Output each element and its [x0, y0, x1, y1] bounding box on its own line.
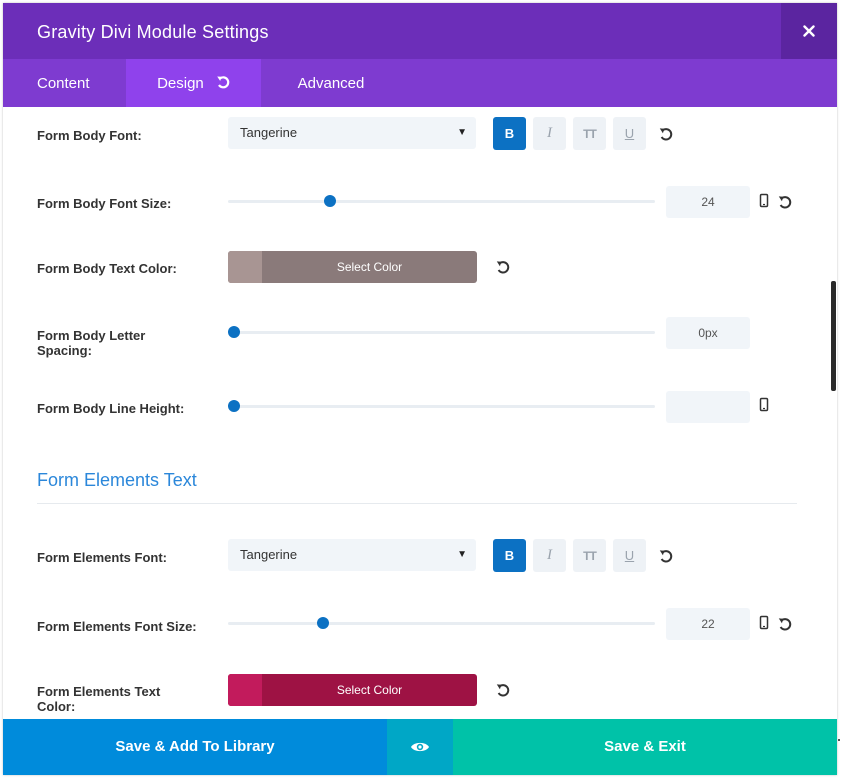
italic-button[interactable]: I [533, 539, 566, 572]
uppercase-button[interactable]: TT [573, 539, 606, 572]
mobile-icon[interactable] [756, 193, 772, 209]
section-divider [37, 503, 797, 504]
form-elements-font-value: Tangerine [240, 547, 298, 562]
slider-handle[interactable] [228, 400, 240, 412]
slider-track [228, 200, 655, 203]
uppercase-button-label: TT [583, 548, 597, 563]
italic-button-label: I [547, 125, 552, 141]
settings-panel[interactable]: Form Body Font: Tangerine ▼ B I TT U For… [3, 107, 837, 719]
slider-handle[interactable] [228, 326, 240, 338]
scrollbar-thumb[interactable] [831, 281, 836, 391]
bold-button-label: B [504, 126, 515, 141]
form-body-letter-spacing-input[interactable]: 0px [666, 317, 750, 349]
form-body-font-size-label: Form Body Font Size: [37, 196, 172, 211]
underline-button[interactable]: U [613, 117, 646, 150]
modal-footer: Save & Add To Library Save & Exit [3, 719, 837, 775]
modal-header: Gravity Divi Module Settings [3, 3, 837, 59]
close-icon [803, 25, 815, 37]
mobile-icon[interactable] [756, 615, 772, 631]
form-body-font-value: Tangerine [240, 125, 298, 140]
form-body-font-label: Form Body Font: [37, 128, 142, 143]
undo-icon[interactable] [216, 75, 230, 89]
underline-button-label: U [624, 548, 635, 563]
uppercase-button-label: TT [583, 126, 597, 141]
form-body-line-height-label: Form Body Line Height: [37, 401, 185, 416]
mobile-icon[interactable] [756, 397, 772, 413]
form-body-letter-spacing-label: Form Body Letter Spacing: [37, 328, 146, 358]
slider-track [228, 331, 655, 334]
form-body-letter-spacing-slider[interactable] [228, 326, 655, 340]
color-swatch [228, 674, 262, 706]
reset-icon[interactable] [495, 259, 511, 275]
reset-icon[interactable] [495, 682, 511, 698]
form-elements-font-label: Form Elements Font: [37, 550, 168, 565]
underline-button-label: U [624, 126, 635, 141]
form-body-font-size-slider[interactable] [228, 195, 655, 209]
save-exit-button[interactable]: Save & Exit [453, 719, 837, 775]
slider-handle[interactable] [316, 617, 329, 629]
reset-icon[interactable] [777, 616, 793, 632]
tab-design[interactable]: Design [126, 59, 261, 107]
color-swatch [228, 251, 262, 283]
form-elements-font-size-slider[interactable] [228, 617, 655, 631]
form-elements-font-size-input[interactable]: 22 [666, 608, 750, 640]
reset-icon[interactable] [777, 194, 793, 210]
form-elements-color-picker[interactable]: Select Color [228, 674, 477, 706]
slider-handle[interactable] [324, 195, 337, 207]
section-title-form-elements[interactable]: Form Elements Text [37, 470, 197, 491]
save-add-to-library-button[interactable]: Save & Add To Library [3, 719, 387, 775]
select-color-label: Select Color [336, 683, 403, 697]
page-dot [838, 739, 840, 741]
select-color-label: Select Color [336, 260, 403, 274]
tab-advanced[interactable]: Advanced [261, 59, 401, 107]
form-body-font-size-input[interactable]: 24 [666, 186, 750, 218]
slider-track [228, 622, 655, 625]
tab-bar: Content Design Advanced [3, 59, 837, 107]
eye-icon [411, 742, 429, 752]
tab-content[interactable]: Content [3, 59, 126, 107]
italic-button-label: I [547, 547, 552, 563]
italic-button[interactable]: I [533, 117, 566, 150]
underline-button[interactable]: U [613, 539, 646, 572]
form-body-font-select[interactable]: Tangerine ▼ [228, 117, 476, 149]
reset-icon[interactable] [658, 548, 674, 564]
chevron-down-icon: ▼ [457, 549, 467, 560]
tab-design-label: Design [157, 75, 204, 92]
form-body-text-color-label: Form Body Text Color: [37, 261, 177, 276]
form-elements-text-color-label: Form Elements Text Color: [37, 684, 161, 714]
uppercase-button[interactable]: TT [573, 117, 606, 150]
module-settings-modal: Gravity Divi Module Settings Content Des… [3, 3, 837, 775]
form-elements-font-select[interactable]: Tangerine ▼ [228, 539, 476, 571]
form-body-line-height-input[interactable] [666, 391, 750, 423]
reset-icon[interactable] [658, 126, 674, 142]
modal-title: Gravity Divi Module Settings [37, 22, 269, 42]
chevron-down-icon: ▼ [457, 127, 467, 138]
tab-content-label: Content [37, 75, 90, 92]
slider-track [228, 405, 655, 408]
tab-advanced-label: Advanced [297, 75, 365, 92]
form-body-line-height-slider[interactable] [228, 400, 655, 414]
bold-button[interactable]: B [493, 117, 526, 150]
bold-button[interactable]: B [493, 539, 526, 572]
preview-button[interactable] [387, 719, 453, 775]
bold-button-label: B [504, 548, 515, 563]
form-body-color-picker[interactable]: Select Color [228, 251, 477, 283]
close-button[interactable] [781, 3, 837, 59]
form-elements-font-size-label: Form Elements Font Size: [37, 619, 197, 634]
